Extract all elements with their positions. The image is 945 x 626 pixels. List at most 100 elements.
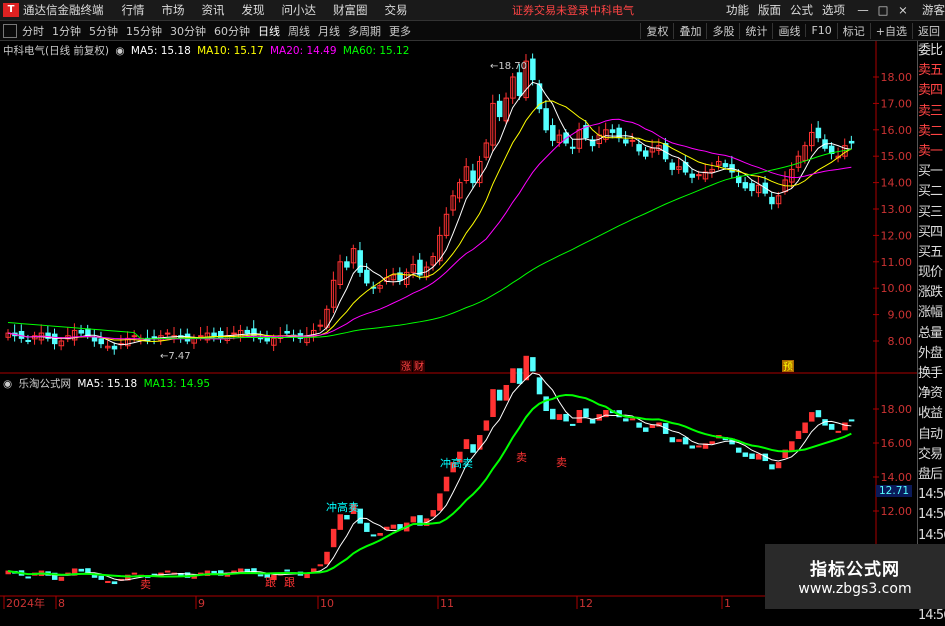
sub-candle-body xyxy=(755,453,762,460)
side-item-14[interactable]: 总量 xyxy=(918,324,945,344)
side-item-7[interactable]: 买二 xyxy=(918,182,945,202)
candle-body xyxy=(91,337,98,342)
side-item-21[interactable]: 盘后 xyxy=(918,465,945,485)
period-multi[interactable]: 多周期 xyxy=(348,23,381,39)
high-price-label: ←18.70 xyxy=(490,61,527,72)
tool-draw[interactable]: 画线 xyxy=(772,22,805,39)
side-item-5[interactable]: 卖一 xyxy=(918,142,945,162)
kline-chart[interactable]: 8.00 9.00 10.00 11.00 12.00 13.00 14.00 15.00 16… xyxy=(0,41,917,609)
side-item-18[interactable]: 收益 xyxy=(918,404,945,424)
side-item-2[interactable]: 卖四 xyxy=(918,81,945,101)
candle-body xyxy=(543,108,549,131)
sub-ma13-line xyxy=(7,393,852,578)
sub-axis-tick: 18.00 xyxy=(881,403,913,416)
menu-ask[interactable]: 问小达 xyxy=(282,2,317,18)
side-item-3[interactable]: 卖三 xyxy=(918,102,945,122)
candle-body xyxy=(636,144,642,152)
side-item-8[interactable]: 买三 xyxy=(918,203,945,223)
sub-candle-body xyxy=(742,452,749,457)
signal-label: 跟 xyxy=(284,576,295,589)
candle-body xyxy=(198,335,204,338)
guest-label[interactable]: 游客 xyxy=(922,2,945,18)
period-toolbar: 分时 1分钟 5分钟 15分钟 30分钟 60分钟 日线 周线 月线 多周期 更… xyxy=(0,21,945,41)
side-item-20[interactable]: 交易 xyxy=(918,445,945,465)
period-30min[interactable]: 30分钟 xyxy=(170,23,206,39)
period-1min[interactable]: 1分钟 xyxy=(52,23,81,39)
menu-markets[interactable]: 市场 xyxy=(162,2,185,18)
side-item-0[interactable]: 委比 xyxy=(918,41,945,61)
event-marker: 涨 xyxy=(401,361,411,373)
side-item-24[interactable]: 14:56 xyxy=(918,526,945,546)
side-item-23[interactable]: 14:56 xyxy=(918,505,945,525)
menu-community[interactable]: 财富圈 xyxy=(333,2,368,18)
side-item-10[interactable]: 买五 xyxy=(918,243,945,263)
candle-body xyxy=(623,139,629,144)
tool-watchlist[interactable]: +自选 xyxy=(869,22,912,39)
side-item-19[interactable]: 自动 xyxy=(918,425,945,445)
sub-candle-body xyxy=(516,368,523,384)
menu-layout[interactable]: 版面 xyxy=(758,2,781,18)
side-item-12[interactable]: 涨跌 xyxy=(918,283,945,303)
period-monthly[interactable]: 月线 xyxy=(318,23,340,39)
menu-trade[interactable]: 交易 xyxy=(385,2,408,18)
sub-candle-body xyxy=(709,441,715,444)
tool-f10[interactable]: F10 xyxy=(805,24,836,37)
period-5min[interactable]: 5分钟 xyxy=(89,23,118,39)
side-item-16[interactable]: 换手 xyxy=(918,364,945,384)
collapse-icon[interactable] xyxy=(3,23,17,38)
side-item-1[interactable]: 卖五 xyxy=(918,61,945,81)
candle-body xyxy=(78,329,85,334)
menu-news[interactable]: 资讯 xyxy=(202,2,225,18)
sub-candle-body xyxy=(390,524,397,529)
period-60min[interactable]: 60分钟 xyxy=(214,23,250,39)
period-weekly[interactable]: 周线 xyxy=(288,23,310,39)
candle-body xyxy=(344,261,350,268)
menu-formula[interactable]: 公式 xyxy=(790,2,813,18)
menu-options[interactable]: 选项 xyxy=(822,2,845,18)
tool-overlay[interactable]: 叠加 xyxy=(673,22,706,39)
sub-candle-body xyxy=(576,410,583,423)
period-daily[interactable]: 日线 xyxy=(258,23,280,39)
sub-candle-body xyxy=(324,551,330,565)
menu-function[interactable]: 功能 xyxy=(726,2,749,18)
period-more[interactable]: 更多 xyxy=(389,23,411,39)
sub-candle-body xyxy=(589,418,596,424)
side-item-15[interactable]: 外盘 xyxy=(918,344,945,364)
quote-side-panel: 委比 卖五 卖四 卖三 卖二 卖一 买一 买二 买三 买四 买五 现价 涨跌 涨幅 总量 外盘 换手 净资 收益 自动… xyxy=(917,41,945,623)
tool-adjust[interactable]: 复权 xyxy=(640,22,673,39)
window-controls: — □ × xyxy=(853,3,913,17)
side-item-4[interactable]: 卖二 xyxy=(918,122,945,142)
tool-multi-stock[interactable]: 多股 xyxy=(706,22,739,39)
candle-body xyxy=(85,328,91,337)
sub-candle-body xyxy=(284,569,290,572)
menu-discover[interactable]: 发现 xyxy=(242,2,265,18)
tool-stats[interactable]: 统计 xyxy=(739,22,772,39)
side-item-9[interactable]: 买四 xyxy=(918,223,945,243)
period-15min[interactable]: 15分钟 xyxy=(126,23,162,39)
top-menu-bar: T 通达信金融终端 行情 市场 资讯 发现 问小达 财富圈 交易 证券交易未登录… xyxy=(0,0,945,21)
side-item-17[interactable]: 净资 xyxy=(918,384,945,404)
app-title: 通达信金融终端 xyxy=(23,3,104,17)
side-item-11[interactable]: 现价 xyxy=(918,263,945,283)
side-item-6[interactable]: 买一 xyxy=(918,162,945,182)
main-axis-tick: 15.00 xyxy=(881,150,913,163)
maximize-icon[interactable]: □ xyxy=(873,3,893,17)
candle-body xyxy=(742,182,749,189)
side-item-28[interactable]: 14:56 xyxy=(918,606,945,626)
close-icon[interactable]: × xyxy=(893,3,913,17)
minimize-icon[interactable]: — xyxy=(853,3,873,17)
sub-candle-body xyxy=(503,384,510,401)
sub-candle-body xyxy=(430,510,436,517)
sub-candle-body xyxy=(257,574,264,577)
period-intraday[interactable]: 分时 xyxy=(22,23,44,39)
side-item-13[interactable]: 涨幅 xyxy=(918,303,945,323)
tool-mark[interactable]: 标记 xyxy=(836,22,870,39)
signal-label: 跟 xyxy=(265,576,276,589)
side-item-22[interactable]: 14:56 xyxy=(918,485,945,505)
login-warning[interactable]: 证券交易未登录 xyxy=(512,2,589,18)
current-price-tag: 12.71 xyxy=(876,485,913,497)
sub-ma5-line xyxy=(7,372,852,581)
sub-candle-body xyxy=(676,439,682,442)
menu-market[interactable]: 行情 xyxy=(122,2,145,18)
tool-back[interactable]: 返回 xyxy=(912,22,945,39)
